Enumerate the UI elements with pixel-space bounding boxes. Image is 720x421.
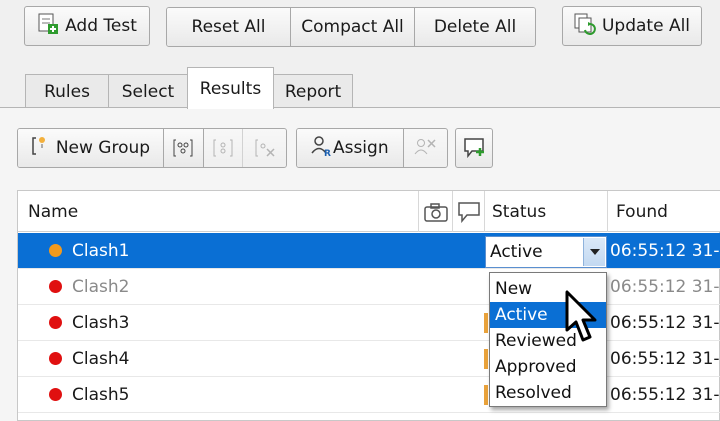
column-header-found[interactable]: Found: [608, 191, 720, 232]
add-test-icon: [37, 13, 59, 40]
clash-name: Clash2: [72, 277, 130, 297]
column-header-comments[interactable]: [453, 191, 485, 232]
found-time: 06:55:12 31-0: [610, 313, 720, 333]
new-group-icon: [31, 135, 53, 162]
new-group-button[interactable]: New Group: [18, 129, 164, 167]
clash-name: Clash4: [72, 349, 130, 369]
svg-text:R: R: [324, 149, 331, 157]
column-found-label: Found: [616, 201, 668, 222]
compact-all-button[interactable]: Compact All: [291, 8, 415, 46]
found-time: 06:55:12 31-0: [610, 277, 720, 297]
tab-results[interactable]: Results: [187, 67, 274, 109]
table-row[interactable]: Clash5 06:55:12 31-0: [18, 377, 720, 413]
compact-all-label: Compact All: [301, 17, 404, 37]
status-dot: [49, 244, 62, 257]
table-row[interactable]: Clash1 06:55:12 31-0: [18, 233, 720, 269]
assign-button[interactable]: R Assign: [297, 129, 404, 167]
mouse-pointer-icon: [565, 290, 597, 342]
new-group-label: New Group: [55, 138, 151, 158]
tab-select-label: Select: [121, 81, 175, 102]
found-time: 06:55:12 31-0: [610, 349, 720, 369]
update-all-button[interactable]: Update All: [562, 6, 702, 46]
remove-from-group-icon: [255, 139, 275, 157]
status-dot: [49, 280, 62, 293]
found-time: 06:55:12 31-0: [610, 385, 720, 405]
reset-all-label: Reset All: [191, 17, 266, 37]
table-row[interactable]: Clash2 06:55:12 31-0: [18, 269, 720, 305]
assign-toolbar: R Assign: [296, 128, 448, 168]
add-test-button[interactable]: Add Test: [24, 6, 150, 46]
column-status-label: Status: [492, 201, 547, 222]
group-select-button[interactable]: [163, 129, 204, 167]
tab-rules[interactable]: Rules: [25, 74, 109, 108]
unassign-icon: [414, 139, 436, 155]
column-header-name[interactable]: Name: [18, 191, 419, 232]
status-dot: [49, 388, 62, 401]
ungroup-icon: [213, 139, 233, 157]
add-test-label: Add Test: [65, 16, 137, 36]
tab-report-label: Report: [284, 81, 342, 102]
table-row[interactable]: Clash4 06:55:12 31-0: [18, 341, 720, 377]
comment-icon: [457, 201, 480, 223]
status-marker: [484, 385, 488, 405]
group-select-icon: [173, 139, 193, 157]
status-marker: [484, 349, 488, 369]
delete-all-button[interactable]: Delete All: [415, 8, 535, 46]
column-header-status[interactable]: Status: [485, 191, 608, 232]
reset-all-button[interactable]: Reset All: [167, 8, 291, 46]
status-option-resolved[interactable]: Resolved: [490, 380, 606, 406]
status-dot: [49, 352, 62, 365]
tab-report[interactable]: Report: [273, 74, 353, 108]
column-header-viewpoint[interactable]: [419, 191, 453, 232]
status-combobox-value: Active: [490, 242, 543, 262]
status-marker: [484, 313, 488, 333]
add-comment-button[interactable]: [455, 128, 493, 168]
tab-results-label: Results: [199, 78, 262, 99]
status-dot: [49, 316, 62, 329]
grid-header: Name Status Found: [18, 191, 720, 232]
clash-name: Clash3: [72, 313, 130, 333]
found-time: 06:55:12 31-0: [610, 241, 720, 261]
update-all-icon: [574, 13, 596, 40]
tab-rules-label: Rules: [44, 81, 90, 102]
clash-name: Clash5: [72, 385, 130, 405]
delete-all-label: Delete All: [433, 17, 517, 37]
tab-strip: Rules Select Results Report: [0, 66, 720, 109]
status-option-approved[interactable]: Approved: [490, 354, 606, 380]
tab-select[interactable]: Select: [108, 74, 188, 108]
dropdown-arrow-button[interactable]: [583, 238, 605, 266]
assign-label: Assign: [332, 138, 389, 158]
ungroup-button[interactable]: [203, 129, 244, 167]
unassign-button[interactable]: [403, 129, 447, 167]
status-combobox[interactable]: Active: [485, 236, 607, 268]
reset-compact-delete-group: Reset All Compact All Delete All: [166, 7, 536, 47]
update-all-label: Update All: [601, 16, 691, 36]
group-toolbar: New Group: [17, 128, 287, 168]
table-row[interactable]: Clash3 06:55:12 31-0: [18, 305, 720, 341]
clash-name: Clash1: [72, 241, 130, 261]
remove-from-group-button[interactable]: [243, 129, 286, 167]
assign-user-icon: R: [311, 135, 333, 162]
column-name-label: Name: [28, 201, 79, 222]
add-comment-icon: [464, 138, 484, 159]
results-grid: Name Status Found Clash1 06:55:12 31-0 C…: [17, 190, 720, 421]
chevron-down-icon: [589, 249, 600, 255]
camera-icon: [423, 202, 448, 222]
